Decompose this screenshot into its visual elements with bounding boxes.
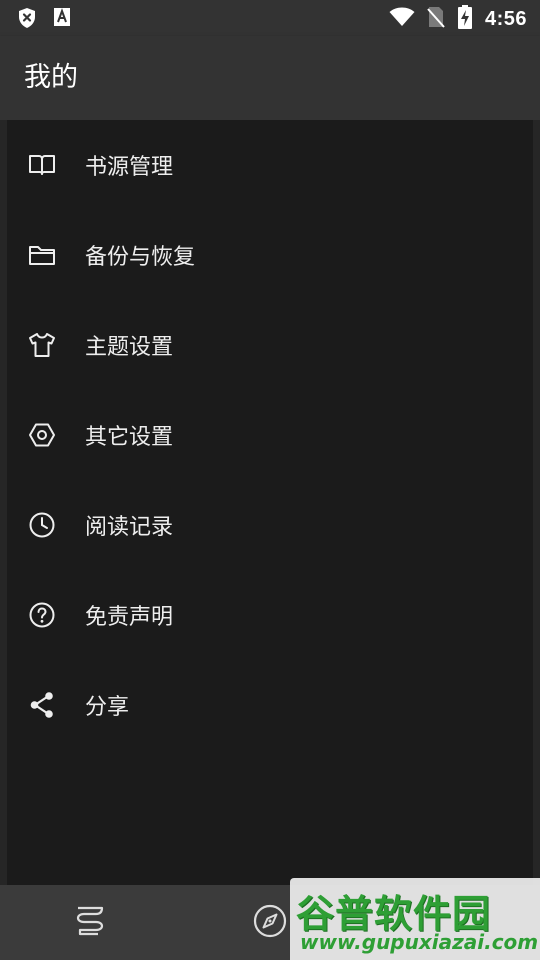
- page-title: 我的: [24, 62, 78, 93]
- watermark-url: www.gupuxiazai.com: [300, 930, 539, 954]
- menu-item-label: 备份与恢复: [85, 245, 196, 270]
- status-system: 4:56: [389, 5, 527, 33]
- help-circle-icon: [27, 600, 57, 630]
- hexagon-settings-icon: [27, 420, 57, 450]
- menu-item-backup-restore[interactable]: 备份与恢复: [7, 210, 533, 300]
- bookshelf-icon: [72, 905, 108, 941]
- menu-item-label: 书源管理: [85, 155, 174, 180]
- book-open-icon: [27, 150, 57, 180]
- left-edge: [0, 120, 7, 885]
- share-icon: [27, 690, 57, 720]
- app-bar: 我的: [0, 36, 540, 120]
- content-area: 书源管理 备份与恢复 主题设置 其它设置 阅读记录 免责声明 分享: [0, 120, 540, 885]
- menu-item-other-settings[interactable]: 其它设置: [7, 390, 533, 480]
- menu-item-book-sources[interactable]: 书源管理: [7, 120, 533, 210]
- menu-item-label: 其它设置: [85, 425, 174, 450]
- no-sim-icon: [427, 6, 445, 32]
- nav-bookshelf-button[interactable]: [70, 905, 110, 941]
- screen: 4:56 我的 书源管理 备份与恢复 主题设置 其它设置 阅读记录 免责声明 分…: [0, 0, 540, 960]
- compass-icon: [252, 903, 288, 943]
- clock-icon: [27, 510, 57, 540]
- status-notifications: [18, 7, 71, 33]
- menu-item-disclaimer[interactable]: 免责声明: [7, 570, 533, 660]
- menu-item-label: 分享: [85, 695, 130, 720]
- nav-discover-button[interactable]: [250, 903, 290, 943]
- folder-icon: [27, 240, 57, 270]
- settings-menu: 书源管理 备份与恢复 主题设置 其它设置 阅读记录 免责声明 分享: [7, 120, 533, 750]
- battery-charging-icon: [457, 5, 473, 33]
- menu-item-label: 阅读记录: [85, 515, 174, 540]
- menu-item-reading-history[interactable]: 阅读记录: [7, 480, 533, 570]
- right-edge: [533, 120, 540, 885]
- menu-item-share[interactable]: 分享: [7, 660, 533, 750]
- menu-item-label: 免责声明: [85, 605, 174, 630]
- status-time: 4:56: [484, 7, 527, 30]
- font-a-icon: [53, 7, 71, 33]
- shield-x-icon: [18, 7, 36, 33]
- menu-item-label: 主题设置: [85, 335, 174, 360]
- wifi-icon: [389, 7, 415, 31]
- menu-item-theme-settings[interactable]: 主题设置: [7, 300, 533, 390]
- status-bar: 4:56: [0, 0, 540, 36]
- tshirt-icon: [27, 330, 57, 360]
- watermark: 谷普软件园 www.gupuxiazai.com: [290, 878, 540, 960]
